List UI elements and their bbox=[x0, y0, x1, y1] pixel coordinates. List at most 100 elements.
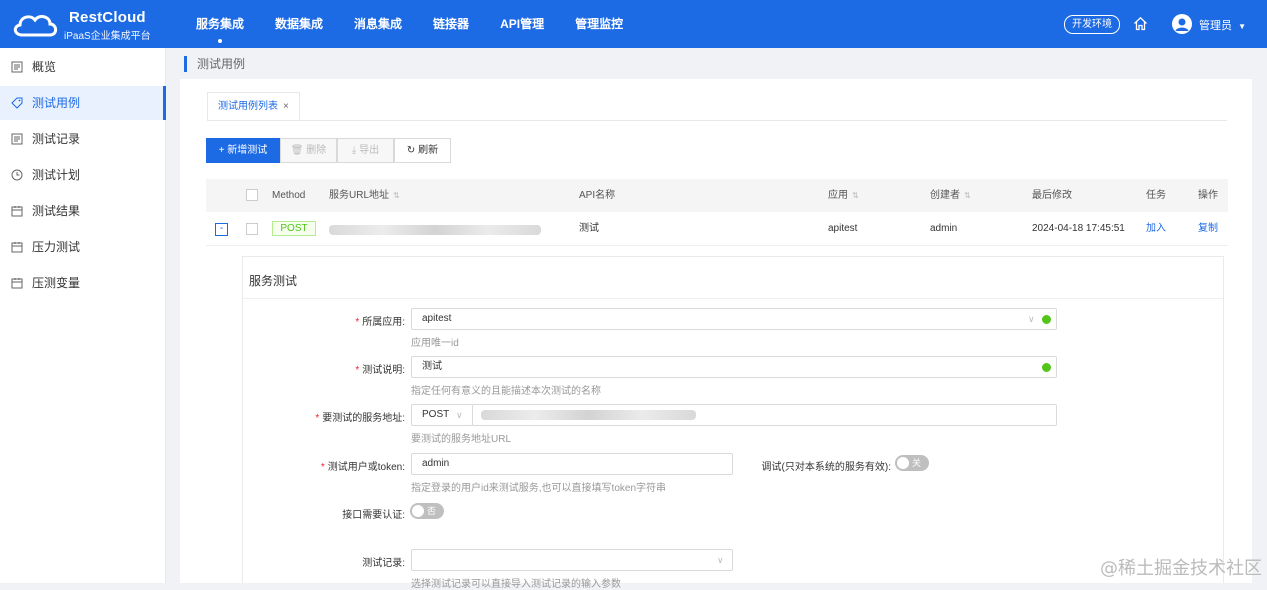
label-text: 所属应用: bbox=[362, 317, 405, 328]
collapse-row-icon[interactable]: - bbox=[215, 223, 228, 236]
chevron-down-icon: ∨ bbox=[1028, 314, 1035, 324]
sidebar-item-label: 压测变量 bbox=[32, 276, 81, 290]
caret-down-icon: ▼ bbox=[1238, 22, 1246, 31]
refresh-button[interactable]: ↻ 刷新 bbox=[394, 138, 451, 163]
export-button[interactable]: ⤓ 导出 bbox=[337, 138, 394, 163]
debug-field-label: 调试(只对本系统的服务有效): bbox=[761, 462, 891, 473]
blurred-url bbox=[481, 410, 696, 420]
token-hint: 指定登录的用户id来测试服务,也可以直接填写token字符串 bbox=[411, 483, 667, 494]
calendar-icon bbox=[11, 206, 23, 217]
add-test-button[interactable]: + 新增测试 bbox=[206, 138, 280, 163]
document-icon bbox=[11, 133, 23, 145]
desc-input-value: 测试 bbox=[422, 361, 442, 372]
desc-hint: 指定任何有意义的且能描述本次测试的名称 bbox=[411, 386, 601, 397]
cell-app: apitest bbox=[828, 223, 858, 234]
cell-modified: 2024-04-18 17:45:51 bbox=[1032, 223, 1125, 234]
nav-data-integration[interactable]: 数据集成 bbox=[275, 0, 323, 48]
token-input-value: admin bbox=[422, 458, 450, 469]
document-icon bbox=[11, 61, 23, 73]
sort-icon[interactable]: ⇅ bbox=[852, 179, 859, 212]
column-app[interactable]: 应用 ⇅ bbox=[828, 179, 859, 212]
sidebar-item-label: 测试计划 bbox=[32, 168, 81, 182]
method-badge: POST bbox=[272, 221, 316, 236]
label-text: 测试用户或token: bbox=[327, 462, 405, 473]
avatar[interactable] bbox=[1172, 14, 1192, 34]
breadcrumb: 测试用例 bbox=[184, 56, 245, 72]
delete-button[interactable]: 🗑 删除 bbox=[280, 138, 337, 163]
top-navbar: RestCloud iPaaS企业集成平台 服务集成 数据集成 消息集成 链接器… bbox=[0, 0, 1267, 48]
required-mark: * bbox=[355, 317, 360, 328]
url-method-select[interactable]: POST ∨ bbox=[411, 404, 473, 426]
toggle-knob bbox=[412, 505, 424, 517]
desc-input[interactable]: 测试 bbox=[411, 356, 1057, 378]
column-label: 服务URL地址 bbox=[329, 190, 390, 202]
service-test-panel: 服务测试 * 所属应用: apitest ∨ 应用唯一id * 测试说明: 测试 指… bbox=[242, 256, 1224, 590]
app-select-value: apitest bbox=[422, 313, 452, 324]
toggle-text: 否 bbox=[427, 506, 437, 516]
nav-monitoring[interactable]: 管理监控 bbox=[575, 0, 623, 48]
check-circle-icon bbox=[1042, 315, 1051, 324]
sidebar-item-test-plans[interactable]: 测试计划 bbox=[0, 158, 166, 192]
column-label: 创建者 bbox=[930, 190, 960, 202]
home-icon[interactable] bbox=[1133, 16, 1148, 31]
check-circle-icon bbox=[1042, 363, 1051, 372]
column-action: 操作 bbox=[1198, 190, 1218, 201]
record-select[interactable]: ∨ bbox=[411, 549, 733, 571]
sort-icon[interactable]: ⇅ bbox=[393, 179, 400, 212]
app-field-label: * 所属应用: bbox=[303, 313, 405, 328]
copy-link[interactable]: 复制 bbox=[1198, 212, 1218, 246]
chevron-down-icon: ∨ bbox=[717, 555, 724, 565]
export-label: 导出 bbox=[359, 145, 380, 156]
nav-service-integration[interactable]: 服务集成 bbox=[196, 0, 244, 48]
nav-connector[interactable]: 链接器 bbox=[433, 0, 469, 48]
download-icon: ⤓ bbox=[351, 145, 357, 156]
sidebar-item-overview[interactable]: 概览 bbox=[0, 50, 166, 84]
clock-icon bbox=[11, 169, 23, 181]
app-subtitle: iPaaS企业集成平台 bbox=[64, 31, 151, 42]
table-row: - POST 测试 apitest admin 2024-04-18 17:45… bbox=[206, 212, 1228, 246]
url-method-value: POST bbox=[422, 409, 450, 420]
auth-toggle[interactable]: 否 bbox=[410, 503, 444, 519]
select-all-checkbox[interactable] bbox=[246, 189, 258, 201]
column-modified: 最后修改 bbox=[1032, 190, 1072, 201]
cell-api-name: 测试 bbox=[579, 223, 599, 234]
sidebar-item-label: 测试结果 bbox=[32, 204, 81, 218]
url-input[interactable] bbox=[472, 404, 1057, 426]
chevron-down-icon: ∨ bbox=[456, 410, 463, 420]
required-mark: * bbox=[320, 462, 325, 473]
label-text: 测试说明: bbox=[362, 365, 405, 376]
tag-icon bbox=[11, 97, 23, 109]
nav-message-integration[interactable]: 消息集成 bbox=[354, 0, 402, 48]
debug-toggle[interactable]: 关闭 bbox=[895, 455, 929, 482]
row-checkbox[interactable] bbox=[246, 223, 258, 235]
env-button[interactable]: 开发环境 bbox=[1064, 15, 1120, 34]
sidebar-item-test-cases[interactable]: 测试用例 bbox=[0, 86, 166, 120]
column-creator[interactable]: 创建者 ⇅ bbox=[930, 179, 971, 212]
user-name: 管理员 bbox=[1199, 20, 1232, 32]
cloud-logo-icon bbox=[13, 15, 58, 37]
desc-field-label: * 测试说明: bbox=[303, 361, 405, 376]
column-url[interactable]: 服务URL地址 ⇅ bbox=[329, 179, 400, 212]
token-input[interactable]: admin bbox=[411, 453, 733, 475]
tab-test-case-list[interactable]: 测试用例列表 × bbox=[207, 92, 300, 121]
sidebar-item-label: 概览 bbox=[32, 60, 57, 74]
sidebar-item-test-results[interactable]: 测试结果 bbox=[0, 194, 166, 228]
trash-icon: 🗑 bbox=[290, 145, 304, 156]
sort-icon[interactable]: ⇅ bbox=[964, 179, 971, 212]
sidebar-item-stress-variables[interactable]: 压测变量 bbox=[0, 266, 166, 300]
nav-api-management[interactable]: API管理 bbox=[500, 0, 544, 48]
join-task-link[interactable]: 加入 bbox=[1146, 212, 1166, 246]
auth-field-label: 接口需要认证: bbox=[342, 510, 405, 521]
main-content: 测试用例列表 × + 新增测试 🗑 删除 ⤓ 导出 ↻ 刷新 Method 服务U… bbox=[180, 79, 1252, 590]
column-method: Method bbox=[272, 190, 306, 201]
app-hint: 应用唯一id bbox=[411, 338, 459, 349]
refresh-icon: ↻ bbox=[406, 145, 416, 156]
toggle-text: 关闭 bbox=[912, 458, 922, 482]
table-header: Method 服务URL地址 ⇅ API名称 应用 ⇅ 创建者 ⇅ 最后修改 任务 操… bbox=[206, 179, 1228, 212]
sidebar-item-stress-test[interactable]: 压力测试 bbox=[0, 230, 166, 264]
app-select[interactable]: apitest ∨ bbox=[411, 308, 1057, 330]
user-menu[interactable]: 管理员 ▼ bbox=[1199, 17, 1246, 33]
close-icon[interactable]: × bbox=[283, 93, 289, 121]
panel-divider bbox=[243, 298, 1223, 299]
sidebar-item-test-records[interactable]: 测试记录 bbox=[0, 122, 166, 156]
